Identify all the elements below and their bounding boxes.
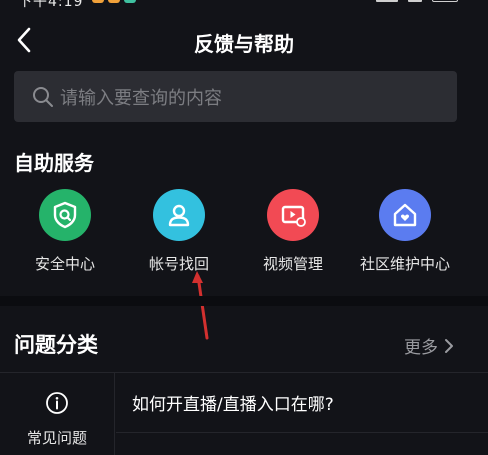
status-time: 下午4:19 bbox=[18, 0, 84, 10]
header: 反馈与帮助 bbox=[0, 18, 488, 64]
categories-title: 问题分类 bbox=[14, 333, 98, 357]
battery-icon bbox=[432, 0, 458, 2]
status-app-icons bbox=[92, 0, 136, 3]
home-heart-icon bbox=[379, 189, 431, 241]
help-feedback-screen: 下午4:19 反馈与帮助 请输入要查询的内容 自助服务 安全中心 帐号找回 视频… bbox=[0, 0, 488, 455]
self-service-grid: 安全中心 帐号找回 视频管理 社区维护中心 bbox=[0, 189, 488, 279]
service-label: 社区维护中心 bbox=[359, 255, 450, 273]
self-service-title: 自助服务 bbox=[14, 151, 94, 175]
service-label: 安全中心 bbox=[34, 255, 95, 273]
user-icon bbox=[153, 189, 205, 241]
video-settings-icon bbox=[267, 189, 319, 241]
info-icon bbox=[46, 392, 68, 414]
signal-icon bbox=[376, 0, 398, 2]
status-indicators bbox=[376, 0, 458, 2]
category-tab-faq[interactable]: 常见问题 bbox=[0, 373, 115, 455]
service-video-management[interactable]: 视频管理 bbox=[238, 189, 348, 274]
category-panel: 常见问题 如何开直播/直播入口在哪? bbox=[0, 372, 488, 455]
service-security-center[interactable]: 安全中心 bbox=[10, 189, 120, 274]
service-community-center[interactable]: 社区维护中心 bbox=[350, 189, 460, 274]
search-icon bbox=[32, 86, 54, 108]
more-label: 更多 bbox=[404, 338, 438, 358]
wifi-icon bbox=[408, 0, 422, 2]
chevron-right-icon bbox=[445, 338, 453, 353]
page-title: 反馈与帮助 bbox=[194, 32, 294, 56]
more-link[interactable]: 更多 bbox=[404, 333, 454, 358]
shield-search-icon bbox=[39, 189, 91, 241]
service-account-recovery[interactable]: 帐号找回 bbox=[124, 189, 234, 274]
search-placeholder: 请输入要查询的内容 bbox=[60, 87, 222, 109]
question-item[interactable]: 如何开直播/直播入口在哪? bbox=[116, 373, 488, 433]
service-label: 帐号找回 bbox=[148, 255, 209, 273]
section-divider bbox=[0, 296, 488, 306]
search-input[interactable]: 请输入要查询的内容 bbox=[14, 71, 457, 122]
category-tab-label: 常见问题 bbox=[26, 429, 87, 447]
status-bar: 下午4:19 bbox=[0, 0, 488, 10]
service-label: 视频管理 bbox=[262, 255, 323, 273]
